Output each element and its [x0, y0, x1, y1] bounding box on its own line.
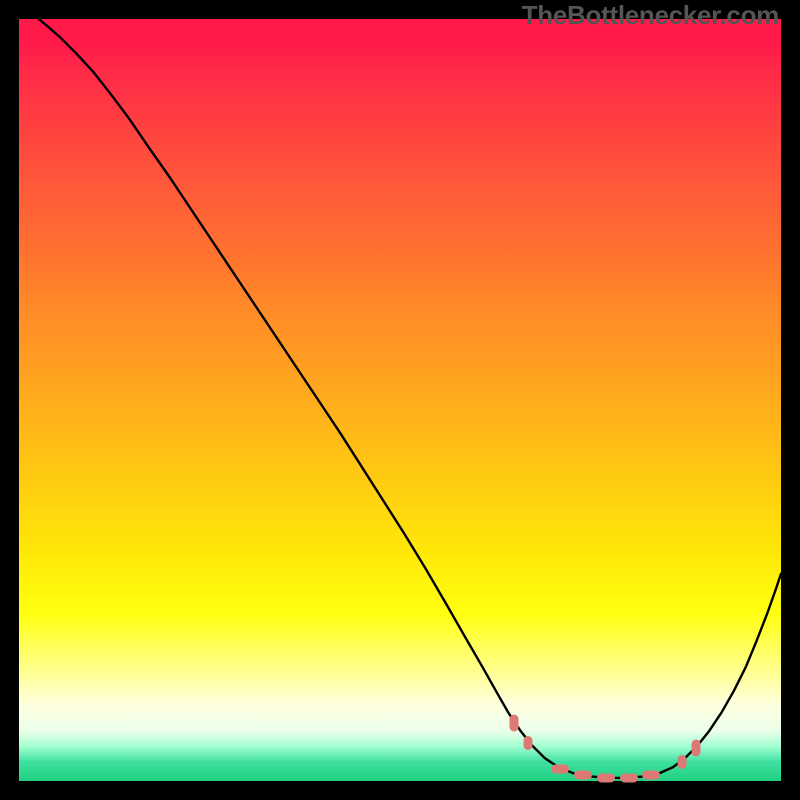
chart-marker [597, 773, 615, 782]
chart-marker [524, 736, 533, 750]
chart-marker [510, 715, 519, 732]
chart-plot-area [19, 19, 781, 781]
watermark-text: TheBottlenecker.com [522, 0, 779, 31]
chart-markers [19, 19, 781, 781]
chart-marker [677, 755, 686, 769]
chart-marker [620, 773, 638, 782]
chart-marker [551, 764, 569, 773]
chart-marker [574, 770, 592, 779]
chart-marker [691, 740, 700, 757]
chart-marker [642, 770, 660, 779]
